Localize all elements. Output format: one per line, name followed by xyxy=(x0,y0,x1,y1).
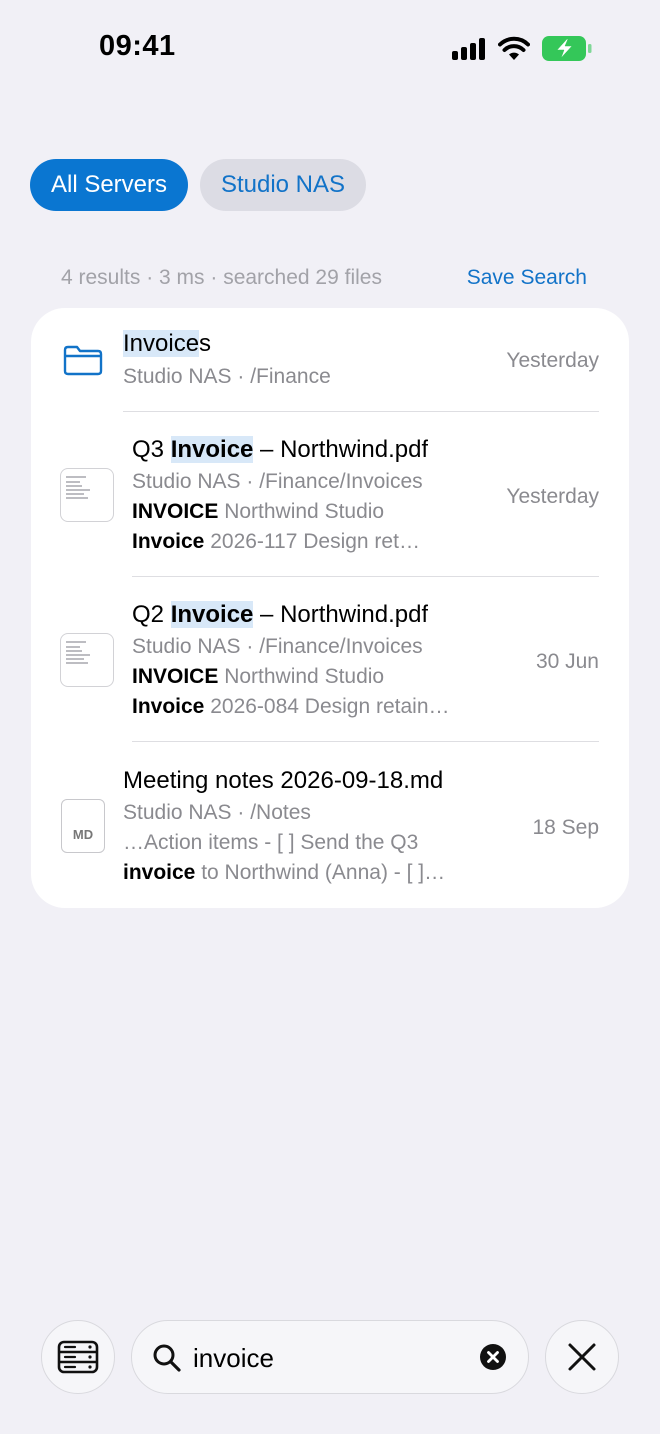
search-input[interactable] xyxy=(193,1339,473,1377)
result-location: Studio NAS · /Finance/Invoices xyxy=(132,635,423,658)
close-button[interactable] xyxy=(545,1320,619,1394)
md-file-icon: MD xyxy=(61,799,105,853)
folder-icon xyxy=(63,345,103,376)
search-field[interactable] xyxy=(131,1320,529,1394)
filter-chip-studio-nas[interactable]: Studio NAS xyxy=(200,159,366,211)
servers-button[interactable] xyxy=(41,1320,115,1394)
result-date: 18 Sep xyxy=(532,816,599,839)
status-bar: 09:41 xyxy=(0,0,660,100)
match-highlight: Invoice xyxy=(123,330,200,357)
result-row-meeting-notes[interactable]: MD Meeting notes 2026-09-18.md Studio NA… xyxy=(31,742,629,908)
result-row-folder[interactable]: Invoices Studio NAS · /Finance Yesterday xyxy=(31,308,629,412)
filter-chip-all-servers[interactable]: All Servers xyxy=(30,159,188,211)
result-title: Meeting notes 2026-09-18.md xyxy=(123,767,444,794)
match-highlight: Invoice xyxy=(170,436,254,463)
results-list: Invoices Studio NAS · /Finance Yesterday… xyxy=(31,308,629,908)
result-title: Q2 Invoice – Northwind.pdf xyxy=(132,601,429,628)
status-time: 09:41 xyxy=(99,30,176,62)
result-location: Studio NAS · /Finance xyxy=(123,365,331,388)
wifi-icon xyxy=(498,36,530,60)
servers-icon xyxy=(57,1340,99,1374)
close-icon xyxy=(568,1343,596,1371)
save-search-button[interactable]: Save Search xyxy=(467,266,587,290)
result-snippet: Invoice 2026-117 Design ret… xyxy=(132,530,420,553)
result-title: Invoices xyxy=(123,330,212,357)
result-snippet: Invoice 2026-084 Design retain… xyxy=(132,695,450,718)
pdf-thumbnail xyxy=(60,468,114,522)
result-snippet: INVOICE Northwind Studio xyxy=(132,500,385,523)
result-row-q3-invoice[interactable]: Q3 Invoice – Northwind.pdf Studio NAS · … xyxy=(31,412,629,577)
result-row-q2-invoice[interactable]: Q2 Invoice – Northwind.pdf Studio NAS · … xyxy=(31,577,629,742)
cellular-signal-icon xyxy=(452,38,488,60)
battery-charging-icon xyxy=(542,36,592,61)
result-location: Studio NAS · /Finance/Invoices xyxy=(132,470,423,493)
result-location: Studio NAS · /Notes xyxy=(123,801,311,824)
result-snippet: INVOICE Northwind Studio xyxy=(132,665,385,688)
pdf-thumbnail xyxy=(60,633,114,687)
result-snippet: invoice to Northwind (Anna) - [ ]… xyxy=(123,861,446,884)
results-summary: 4 results · 3 ms · searched 29 files xyxy=(61,266,382,289)
result-date: Yesterday xyxy=(506,349,599,372)
result-snippet: …Action items - [ ] Send the Q3 xyxy=(123,831,419,854)
result-title: Q3 Invoice – Northwind.pdf xyxy=(132,436,429,463)
result-date: 30 Jun xyxy=(535,650,599,673)
match-highlight: Invoice xyxy=(170,601,254,628)
clear-search-icon[interactable] xyxy=(479,1343,507,1371)
result-date: Yesterday xyxy=(506,485,599,508)
search-icon xyxy=(153,1344,181,1372)
